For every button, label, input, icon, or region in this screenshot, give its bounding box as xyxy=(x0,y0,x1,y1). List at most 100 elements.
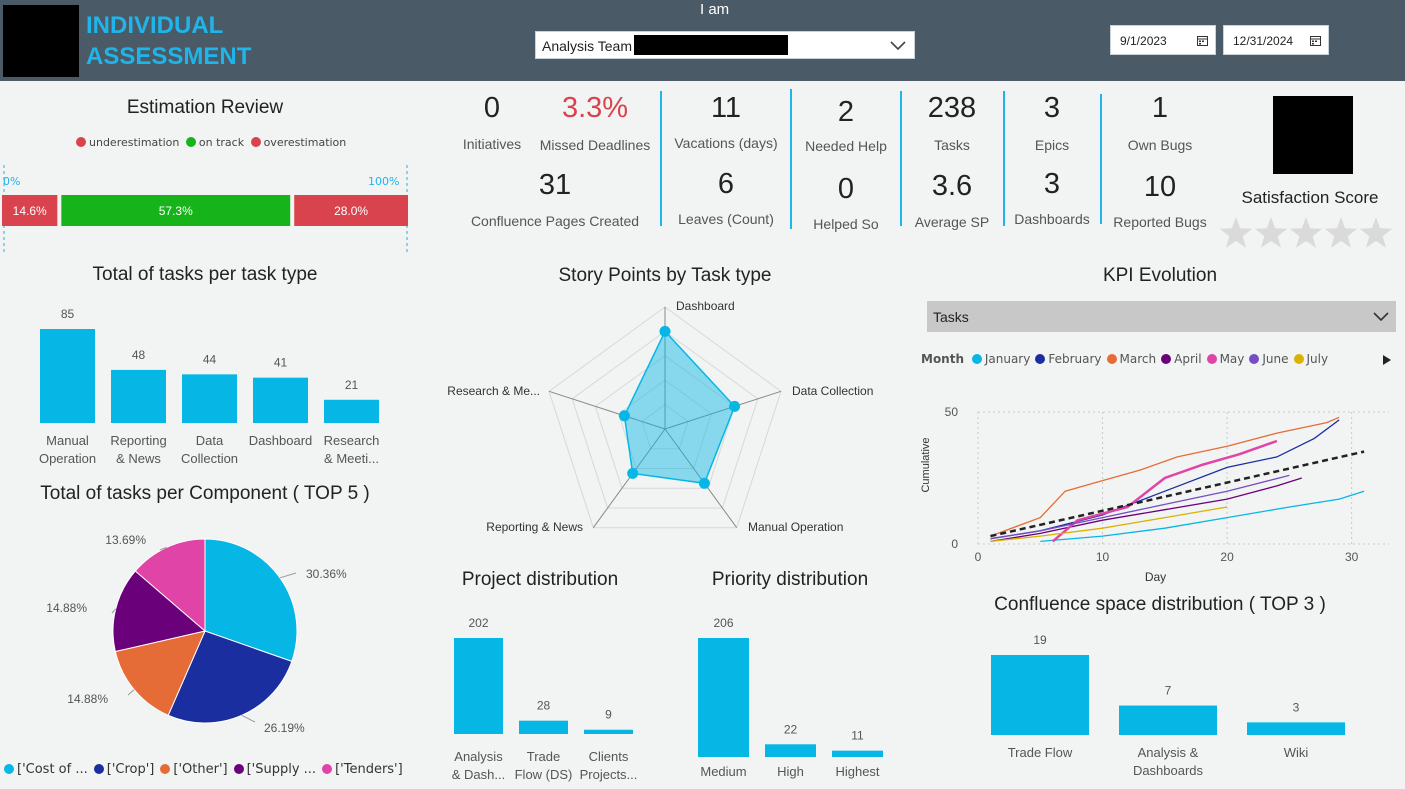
kpi-legend-item[interactable]: March xyxy=(1106,352,1157,366)
kpi-reported-bugs-label: Reported Bugs xyxy=(1113,214,1207,230)
bar-category-label: Data xyxy=(196,433,224,448)
pie-slice-label: 14.88% xyxy=(46,601,87,615)
start-date-value: 9/1/2023 xyxy=(1120,34,1167,48)
radar-point xyxy=(618,410,630,422)
legend-dot xyxy=(4,764,14,774)
kpi-legend-item[interactable]: June xyxy=(1249,352,1289,366)
bar-value-label: 9 xyxy=(605,708,612,722)
redacted-block xyxy=(634,35,788,55)
x-axis-label: Day xyxy=(1145,570,1166,584)
legend-label: ['Supply ... xyxy=(246,762,317,777)
kpi-vacations-value: 11 xyxy=(710,92,742,124)
legend-dot xyxy=(233,764,244,774)
radar-axis-label: Research & Me... xyxy=(447,384,540,398)
radar-axis-label: Manual Operation xyxy=(748,520,843,534)
legend-label: April xyxy=(1174,352,1202,366)
legend-label: May xyxy=(1219,352,1245,366)
kpi-legend-item[interactable]: July xyxy=(1293,352,1329,366)
bar xyxy=(1247,722,1345,735)
kpi-epics-label: Epics xyxy=(1034,137,1070,153)
pie-leader-line xyxy=(241,714,256,723)
pie-legend-item: ['Cost of ... xyxy=(4,762,88,777)
bar-category-label: Wiki xyxy=(1284,745,1309,760)
legend-dot xyxy=(1293,354,1304,364)
bar-value-label: 7 xyxy=(1165,684,1172,698)
bar-category-label: Research xyxy=(324,433,380,448)
radar-point xyxy=(659,325,671,337)
bar-category-label: High xyxy=(777,764,804,779)
bar-value-label: 21 xyxy=(345,378,359,392)
kpi-evolution-title: KPI Evolution xyxy=(1102,265,1218,286)
bar-category-label: & Meeti... xyxy=(324,451,379,466)
star-icon xyxy=(1324,217,1358,248)
kpi-avg-sp-label: Average SP xyxy=(914,214,990,230)
y-tick-label: 50 xyxy=(945,405,959,419)
kpi-own-bugs-value: 1 xyxy=(1151,92,1169,124)
x-tick-label: 10 xyxy=(1096,550,1110,564)
bar-category-label: Manual xyxy=(46,433,89,448)
end-date-value: 12/31/2024 xyxy=(1233,34,1294,48)
pie-legend-item: ['Tenders'] xyxy=(322,762,403,777)
legend-dot xyxy=(322,764,333,774)
bar-value-label: 48 xyxy=(132,348,146,362)
end-date-input[interactable]: 12/31/2024 xyxy=(1223,25,1329,55)
kpi-dropdown[interactable]: Tasks xyxy=(927,301,1396,332)
estimation-segment-label: 14.6% xyxy=(13,204,47,218)
calendar-icon[interactable] xyxy=(1310,35,1321,46)
bar xyxy=(111,369,166,423)
legend-label: overestimation xyxy=(263,136,347,149)
legend-dot xyxy=(1161,354,1172,364)
kpi-divider xyxy=(1003,91,1005,226)
bar xyxy=(584,729,633,734)
bar xyxy=(519,720,568,734)
y-tick-label: 0 xyxy=(951,537,958,551)
kpi-dashboards-value: 3 xyxy=(1043,168,1061,200)
page-title-line1: INDIVIDUAL xyxy=(86,12,224,39)
legend-label: ['Other'] xyxy=(173,762,228,777)
page-title: INDIVIDUAL ASSESSMENT xyxy=(86,10,286,72)
star-icon xyxy=(1219,217,1253,248)
kpi-tasks-value: 238 xyxy=(927,92,977,124)
bar-value-label: 22 xyxy=(784,722,798,736)
legend-dot xyxy=(971,354,982,364)
start-date-input[interactable]: 9/1/2023 xyxy=(1110,25,1216,55)
kpi-divider xyxy=(900,91,902,226)
kpi-leaves-label: Leaves (Count) xyxy=(678,211,774,227)
bar-category-label: Projects... xyxy=(580,767,638,782)
legend-label: ['Tenders'] xyxy=(335,762,403,777)
star-icon xyxy=(1289,217,1323,248)
kpi-legend-item[interactable]: February xyxy=(1035,352,1102,366)
bar-category-label: Highest xyxy=(835,764,879,779)
kpi-legend-item[interactable]: April xyxy=(1161,352,1202,366)
pie-legend-item: ['Other'] xyxy=(160,762,228,777)
priority-distribution-title: Priority distribution xyxy=(711,569,869,590)
chevron-down-icon[interactable] xyxy=(1372,308,1390,324)
bar xyxy=(182,374,237,423)
legend-dot xyxy=(185,137,196,147)
calendar-icon[interactable] xyxy=(1197,35,1208,46)
legend-label: July xyxy=(1306,352,1329,366)
pie-slice-label: 14.88% xyxy=(67,692,108,706)
pie-legend-item: ['Crop'] xyxy=(93,762,154,777)
legend-dot xyxy=(1249,354,1260,364)
legend-label: March xyxy=(1119,352,1157,366)
team-dropdown[interactable]: Analysis Team xyxy=(535,31,915,59)
pie-legend-item: ['Supply ... xyxy=(233,762,317,777)
chevron-down-icon[interactable] xyxy=(888,35,908,55)
legend-next-icon[interactable] xyxy=(1382,354,1392,366)
x-tick-label: 0 xyxy=(975,550,982,564)
kpi-epics-value: 3 xyxy=(1043,92,1061,124)
kpi-legend-item[interactable]: January xyxy=(971,352,1030,366)
kpi-reported-bugs-value: 10 xyxy=(1143,171,1177,203)
star-icon xyxy=(1254,217,1288,248)
bar-value-label: 206 xyxy=(713,616,733,630)
header-bar: INDIVIDUAL ASSESSMENT I am Analysis Team… xyxy=(0,0,1405,81)
kpi-divider xyxy=(660,91,662,226)
legend-dot xyxy=(93,764,104,774)
bar xyxy=(698,638,749,757)
legend-dot xyxy=(160,764,171,774)
bar xyxy=(454,638,503,734)
bar-category-label: Collection xyxy=(181,451,238,466)
kpi-legend-item[interactable]: May xyxy=(1206,352,1245,366)
legend-item-overestimation: overestimation xyxy=(250,136,347,149)
